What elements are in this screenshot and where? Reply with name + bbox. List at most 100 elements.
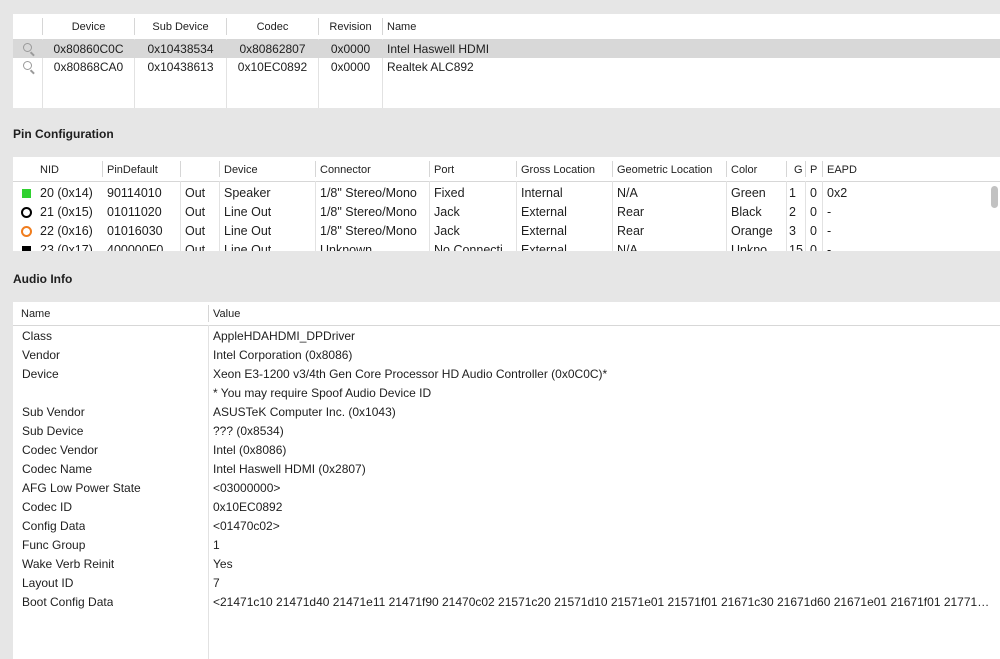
col-header-connector[interactable]: Connector [320,164,371,176]
device-id: 0x80868CA0 [53,60,124,74]
info-value: <01470c02> [213,519,280,533]
info-name: Device [22,367,59,381]
col-header-value[interactable]: Value [213,308,240,320]
info-name: Config Data [22,519,86,533]
magnifier-icon[interactable] [23,61,32,70]
col-header-revision[interactable]: Revision [319,21,382,33]
info-value: Intel (0x8086) [213,443,287,457]
device-name: Realtek ALC892 [387,60,474,74]
pin-row[interactable]: 21 (0x15) 01011020 Out Line Out 1/8" Ste… [13,203,1000,222]
info-value: <21471c10 21471d40 21471e11 21471f90 214… [213,595,995,609]
pin-config-table[interactable]: NID PinDefault Device Connector Port Gro… [13,157,1000,251]
pin-g: 2 [789,205,796,219]
pin-device: Line Out [224,205,272,219]
pin-p: 0 [810,186,817,200]
info-row[interactable]: Codec Vendor Intel (0x8086) [13,441,1000,460]
orange-jack-color-icon [21,226,32,237]
pin-config-header: NID PinDefault Device Connector Port Gro… [13,157,1000,182]
info-name: Vendor [22,348,61,362]
info-name: Codec Name [22,462,93,476]
info-row[interactable]: Device Xeon E3-1200 v3/4th Gen Core Proce… [13,365,1000,384]
audio-info-table[interactable]: Name Value Class AppleHDAHDMI_DPDriver Ve… [13,302,1000,659]
pin-g: 1 [789,186,796,200]
col-header-gross-location[interactable]: Gross Location [521,164,595,176]
device-name: Intel Haswell HDMI [387,42,490,56]
col-header-nid[interactable]: NID [40,164,59,176]
pin-geometric-location: N/A [617,186,638,200]
pin-configuration-title: Pin Configuration [13,127,114,141]
info-value: Intel Haswell HDMI (0x2807) [213,462,366,476]
pin-row[interactable]: 20 (0x14) 90114010 Out Speaker 1/8" Ster… [13,184,1000,203]
device-id: 0x80860C0C [53,42,124,56]
codec-id: 0x80862807 [239,42,306,56]
col-header-name[interactable]: Name [387,21,416,33]
pin-row[interactable]: 22 (0x16) 01016030 Out Line Out 1/8" Ste… [13,222,1000,241]
col-header-name[interactable]: Name [21,308,50,320]
black-jack-color-icon [22,246,31,251]
revision: 0x0000 [330,42,371,56]
pin-gross-location: External [521,224,567,238]
pin-port: Jack [434,224,460,238]
pin-config-scrollbar[interactable] [991,186,998,208]
info-row[interactable]: Func Group 1 [13,536,1000,555]
info-row[interactable]: Layout ID 7 [13,574,1000,593]
pin-p: 0 [810,224,817,238]
info-name: AFG Low Power State [22,481,141,495]
revision: 0x0000 [330,60,371,74]
info-row[interactable]: AFG Low Power State <03000000> [13,479,1000,498]
info-row[interactable]: Sub Device ??? (0x8534) [13,422,1000,441]
pin-geometric-location: Rear [617,205,645,219]
pin-device: Line Out [224,224,272,238]
pin-row[interactable]: 23 (0x17) 400000F0 Out Line Out Unknown … [13,241,1000,251]
col-header-device[interactable]: Device [224,164,258,176]
green-jack-color-icon [22,189,31,198]
info-row[interactable]: Codec ID 0x10EC0892 [13,498,1000,517]
info-row[interactable]: Class AppleHDAHDMI_DPDriver [13,327,1000,346]
pin-device: Speaker [224,186,271,200]
device-row[interactable]: 0x80860C0C 0x10438534 0x80862807 0x0000 … [13,40,1000,58]
info-value: ASUSTeK Computer Inc. (0x1043) [213,405,396,419]
info-row[interactable]: * You may require Spoof Audio Device ID [13,384,1000,403]
pin-color: Orange [731,224,773,238]
col-header-port[interactable]: Port [434,164,454,176]
info-value: * You may require Spoof Audio Device ID [213,386,432,400]
col-header-color[interactable]: Color [731,164,757,176]
info-row[interactable]: Vendor Intel Corporation (0x8086) [13,346,1000,365]
info-row[interactable]: Boot Config Data <21471c10 21471d40 21471… [13,593,1000,612]
pin-nid: 20 (0x14) [40,186,93,200]
col-header-sub-device[interactable]: Sub Device [135,21,226,33]
col-header-g[interactable]: G [794,164,803,176]
col-header-codec[interactable]: Codec [227,21,318,33]
info-name: Sub Device [22,424,84,438]
col-header-pindefault[interactable]: PinDefault [107,164,158,176]
info-name: Wake Verb Reinit [22,557,115,571]
info-value: Intel Corporation (0x8086) [213,348,353,362]
codec-id: 0x10EC0892 [237,60,308,74]
device-row[interactable]: 0x80868CA0 0x10438613 0x10EC0892 0x0000 … [13,58,1000,76]
magnifier-icon[interactable] [23,43,32,52]
pin-eapd: 0x2 [827,186,848,200]
pin-direction: Out [185,243,206,251]
col-header-p[interactable]: P [810,164,817,176]
info-row[interactable]: Codec Name Intel Haswell HDMI (0x2807) [13,460,1000,479]
pin-port: Fixed [434,186,465,200]
devices-table[interactable]: Device Sub Device Codec Revision Name 0x… [13,14,1000,108]
info-value: ??? (0x8534) [213,424,284,438]
pin-direction: Out [185,205,206,219]
col-header-eapd[interactable]: EAPD [827,164,857,176]
info-value: 0x10EC0892 [213,500,283,514]
col-header-device[interactable]: Device [43,21,134,33]
info-row[interactable]: Config Data <01470c02> [13,517,1000,536]
info-row[interactable]: Wake Verb Reinit Yes [13,555,1000,574]
pin-nid: 23 (0x17) [40,243,93,251]
pin-direction: Out [185,186,206,200]
pin-p: 0 [810,205,817,219]
pin-gross-location: External [521,205,567,219]
col-header-geometric-location[interactable]: Geometric Location [617,164,712,176]
info-name: Class [22,329,53,343]
info-name: Boot Config Data [22,595,114,609]
info-row[interactable]: Sub Vendor ASUSTeK Computer Inc. (0x1043) [13,403,1000,422]
pin-nid: 22 (0x16) [40,224,93,238]
pin-geometric-location: Rear [617,224,645,238]
audio-info-header: Name Value [13,302,1000,326]
